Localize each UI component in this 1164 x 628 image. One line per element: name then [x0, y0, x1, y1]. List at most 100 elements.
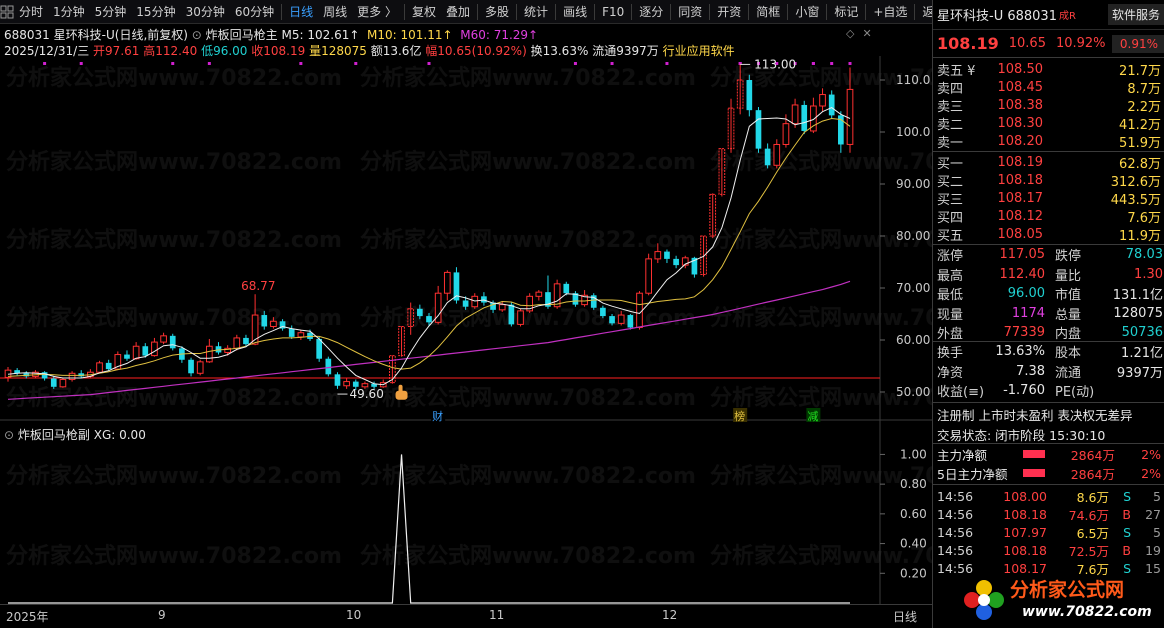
candle [673, 255, 679, 269]
order-book-row[interactable]: 卖五 ¥ 108.50 21.7万 [933, 60, 1164, 79]
order-book-row[interactable]: 买四 108.12 7.6万 [933, 207, 1164, 226]
diamond-icon[interactable]: ◇ [846, 27, 854, 40]
toolbar-item[interactable]: 多股 [480, 0, 514, 24]
level-volume: 443.5万 [1110, 192, 1161, 208]
candle [718, 148, 726, 197]
order-book-row[interactable]: 卖一 108.20 51.9万 [933, 132, 1164, 151]
toolbar-item[interactable]: 15分钟 [131, 0, 180, 24]
candle [188, 357, 194, 377]
candle [572, 291, 579, 307]
kline-chart[interactable]: 110.0 100.0 90.00 80.00 70.00 60.00 50.00 113.… [0, 56, 932, 604]
candle [288, 325, 295, 339]
candle [453, 267, 460, 304]
industry-tag[interactable]: 软件服务 [1107, 4, 1164, 25]
candle [443, 270, 451, 301]
event-marker[interactable]: 减 [807, 410, 818, 423]
order-book-row[interactable]: 买二 108.18 312.6万 [933, 171, 1164, 190]
indicator-toggle-icon[interactable]: ⊙ [4, 428, 14, 442]
order-book-row[interactable]: 卖三 108.38 2.2万 [933, 96, 1164, 115]
level-price: 108.45 [997, 79, 1044, 95]
stat-value: 1.30 [1134, 266, 1163, 282]
toolbar-item[interactable]: 1分钟 [48, 0, 90, 24]
level-volume: 8.7万 [1127, 81, 1161, 97]
stock-info-line: 688031 星环科技-U(日线,前复权) ⊙ 炸板回马枪主 M5: 102.6… [4, 26, 538, 42]
candle [132, 342, 140, 360]
toolbar-item[interactable]: +自选 [868, 0, 912, 24]
indicator-toggle-icon[interactable]: ⊙ [192, 28, 202, 42]
main-indicator-name[interactable]: 炸板回马枪主 [206, 28, 278, 42]
period-label: (日线,前复权) [114, 28, 188, 42]
candle [819, 88, 826, 112]
event-marker[interactable]: 榜 [734, 409, 745, 423]
close-icon[interactable]: ✕ [862, 27, 871, 40]
level-label: 卖五 ¥ [937, 63, 976, 79]
candle [846, 67, 854, 153]
trading-status: 交易状态: 闭市阶段 15:30:10 [937, 428, 1106, 443]
candle [773, 139, 781, 169]
stat-label: 最低 [937, 288, 964, 304]
toolbar-item[interactable]: 叠加 [441, 0, 475, 24]
stock-name: 星环科技-U [53, 28, 115, 42]
signal-dot [811, 62, 815, 65]
stat-label: 现量 [937, 307, 964, 323]
toolbar-item[interactable]: 逐分 [634, 0, 668, 24]
stat-label: 净资 [937, 365, 964, 381]
stat-label: 总量 [1055, 307, 1082, 323]
candle [407, 302, 415, 335]
candle [261, 310, 268, 330]
tick-count: 5 [1153, 524, 1161, 540]
toolbar-item[interactable]: 周线 [318, 0, 352, 24]
candle [755, 107, 762, 153]
candle [251, 294, 259, 346]
toolbar-item[interactable]: 标记 [829, 0, 863, 24]
candle [270, 317, 277, 329]
toolbar-item[interactable]: 简框 [751, 0, 785, 24]
order-book-row[interactable]: 卖四 108.45 8.7万 [933, 78, 1164, 97]
order-book-row[interactable]: 卖二 108.30 41.2万 [933, 114, 1164, 133]
tick-time: 14:56 [937, 488, 974, 504]
signal-dot [171, 62, 175, 65]
price-axis-label: 70.00 [896, 281, 930, 295]
candle [727, 98, 735, 153]
toolbar-item[interactable]: 小窗 [790, 0, 824, 24]
toolbar-item[interactable]: 60分钟 [230, 0, 279, 24]
toolbar-item[interactable]: F10 [597, 0, 629, 24]
date-label: 11 [489, 608, 505, 622]
tick-row: 14:56 108.18 72.5万 B 19 [937, 541, 1163, 559]
stat-row: 换手 13.63% 股本 1.21亿 [933, 342, 1164, 362]
order-book-row[interactable]: 买一 108.19 62.8万 [933, 153, 1164, 172]
sub-indicator-name[interactable]: 炸板回马枪副 [18, 428, 90, 442]
order-book-row[interactable]: 买五 108.05 11.9万 [933, 225, 1164, 244]
flow-bar [1023, 469, 1045, 477]
toolbar-separator [594, 3, 596, 20]
grid-menu-icon[interactable] [0, 5, 14, 19]
level-volume: 312.6万 [1110, 174, 1161, 190]
period-switch[interactable]: 日线 [880, 608, 930, 625]
main-flow-pct: 2% [1141, 446, 1161, 462]
toolbar-item[interactable]: 同资 [673, 0, 707, 24]
fundamentals-table: 换手 13.63% 股本 1.21亿 净资 7.38 流通 9397万 收益(≡) -1.760 P… [933, 342, 1164, 401]
toolbar-item[interactable]: 画线 [558, 0, 592, 24]
toolbar-item[interactable]: 开资 [712, 0, 746, 24]
event-marker[interactable]: 财 [432, 409, 443, 423]
candle [59, 377, 67, 388]
signal-dot [427, 62, 431, 65]
toolbar-item[interactable]: 分时 [14, 0, 48, 24]
level-price: 108.05 [997, 226, 1044, 242]
toolbar-item[interactable]: 30分钟 [181, 0, 230, 24]
quote-panel: 星环科技-U 688031 成R 软件服务 108.19 10.65 10.92… [932, 0, 1164, 628]
candle [645, 253, 652, 296]
toolbar-item[interactable]: 统计 [519, 0, 553, 24]
main-flow-label: 主力净额 [937, 447, 988, 463]
signal-dot [207, 62, 211, 65]
candle [243, 334, 249, 347]
toolbar-item[interactable]: 5分钟 [90, 0, 132, 24]
toolbar-item[interactable]: 更多 〉 [352, 0, 402, 24]
toolbar-item[interactable]: 日线 [284, 0, 318, 24]
candle [498, 301, 506, 312]
candle [709, 193, 717, 239]
ma5-value: M5: 102.61↑ [281, 28, 360, 42]
order-book-row[interactable]: 买三 108.17 443.5万 [933, 189, 1164, 208]
toolbar-item[interactable]: 复权 [407, 0, 441, 24]
stat-label: 股本 [1055, 346, 1082, 362]
